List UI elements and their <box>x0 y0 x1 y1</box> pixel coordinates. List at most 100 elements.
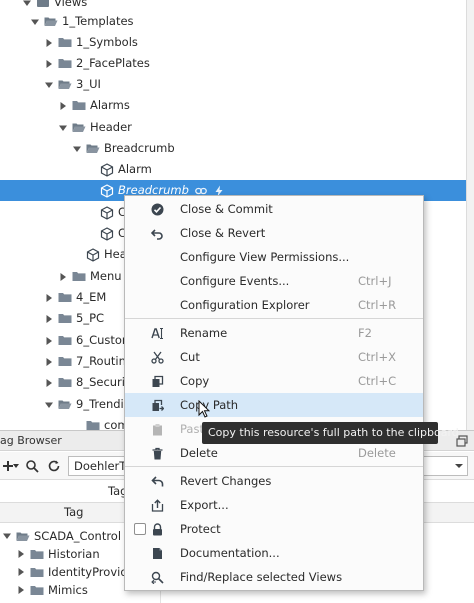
protect-checkbox[interactable] <box>134 523 146 535</box>
add-tag-dropdown[interactable] <box>12 458 20 474</box>
collapse-toggle[interactable] <box>58 272 68 282</box>
menu-item-copy[interactable]: Copy Ctrl+C <box>125 369 423 393</box>
collapse-toggle[interactable] <box>44 293 54 303</box>
collapse-toggle[interactable] <box>44 336 54 346</box>
menu-item-export[interactable]: Export... <box>125 493 423 517</box>
menu-item-copy-path[interactable]: Copy Path <box>125 393 423 417</box>
collapse-toggle[interactable] <box>58 101 68 111</box>
collapse-toggle[interactable] <box>44 59 54 69</box>
folder-icon <box>30 585 44 595</box>
folder-icon <box>58 314 72 323</box>
collapse-toggle[interactable] <box>44 314 54 324</box>
expand-toggle[interactable] <box>2 531 12 541</box>
menu-item-rename[interactable]: Rename F2 <box>125 321 423 345</box>
folder-open-icon <box>44 17 58 26</box>
folder-icon <box>58 336 72 345</box>
caret-right-icon <box>46 293 52 302</box>
folder-icon <box>58 293 72 302</box>
menu-item-label: Copy <box>180 374 210 388</box>
menu-item-icon <box>151 571 164 584</box>
tree-vertical-scrollbar[interactable] <box>466 0 474 430</box>
menu-item-icon <box>151 547 164 560</box>
expand-toggle[interactable] <box>44 80 54 90</box>
expand-toggle[interactable] <box>44 400 54 410</box>
menu-item-shortcut: F2 <box>358 326 372 340</box>
menu-item-icon <box>151 351 164 364</box>
menu-item-icon <box>151 399 164 412</box>
search-button[interactable] <box>24 458 40 474</box>
menu-item-configure-events[interactable]: Configure Events... Ctrl+J <box>125 269 423 293</box>
folder-open-icon <box>72 123 86 132</box>
view-cube-icon <box>100 183 114 198</box>
tag-tree-item-label: Mimics <box>48 583 88 597</box>
tree-item[interactable]: Alarm <box>0 159 466 180</box>
trash-icon <box>152 447 163 460</box>
tree-item[interactable]: 1_Templates <box>0 11 466 32</box>
menu-item-configure-view-permissions[interactable]: Configure View Permissions... <box>125 245 423 269</box>
menu-item-configuration-explorer[interactable]: Configuration Explorer Ctrl+R <box>125 293 423 317</box>
menu-item-protect[interactable]: Protect <box>125 517 423 541</box>
expand-toggle[interactable] <box>72 144 82 154</box>
chevron-down-icon <box>455 464 463 468</box>
menu-item-revert-changes[interactable]: Revert Changes <box>125 469 423 493</box>
menu-item-icon <box>151 499 164 512</box>
tree-item[interactable]: 1_Symbols <box>0 32 466 53</box>
collapse-toggle[interactable] <box>16 567 26 577</box>
caret-down-icon <box>13 464 19 468</box>
menu-item-close-commit[interactable]: Close & Commit <box>125 197 423 221</box>
caret-down-icon <box>73 146 81 152</box>
tree-item[interactable]: 2_FacePlates <box>0 53 466 74</box>
collapse-toggle[interactable] <box>16 585 26 595</box>
tag-tree-item-label: Historian <box>48 547 100 561</box>
menu-separator <box>125 466 423 467</box>
menu-item-label: Configure View Permissions... <box>180 250 350 264</box>
refresh-button[interactable] <box>46 458 62 474</box>
collapse-toggle[interactable] <box>16 549 26 559</box>
view-cube-icon <box>86 247 100 262</box>
expand-toggle[interactable] <box>30 17 40 27</box>
caret-right-icon <box>60 272 66 281</box>
collapse-toggle[interactable] <box>44 38 54 48</box>
tree-item[interactable]: Breadcrumb <box>0 138 466 159</box>
menu-item-shortcut: Delete <box>358 446 396 460</box>
copy-path-icon <box>152 399 164 411</box>
tree-item[interactable]: Alarms <box>0 95 466 116</box>
tree-item[interactable]: 3_UI <box>0 74 466 95</box>
menu-item-delete[interactable]: Delete Delete <box>125 441 423 465</box>
menu-item-label: Revert Changes <box>180 474 272 488</box>
tag-browser-title: ag Browser <box>0 434 62 447</box>
menu-item-label: Configuration Explorer <box>180 298 310 312</box>
menu-item-label: Protect <box>180 522 221 536</box>
caret-right-icon <box>46 357 52 366</box>
menu-item-documentation[interactable]: Documentation... <box>125 541 423 565</box>
export-icon <box>151 499 164 512</box>
folder-icon <box>30 549 44 559</box>
check-circle-icon <box>151 203 164 216</box>
folder-open-icon <box>16 532 30 541</box>
menu-item-icon <box>151 447 164 460</box>
expand-toggle[interactable] <box>58 123 68 133</box>
tag-column-label: Tag <box>64 505 84 519</box>
caret-down-icon <box>45 402 53 408</box>
menu-item-label: Rename <box>180 326 228 340</box>
tree-item-label: 4_EM <box>76 290 107 304</box>
menu-item-icon <box>151 475 164 488</box>
caret-right-icon <box>46 38 52 47</box>
scissors-icon <box>151 351 164 364</box>
tree-item-label: Header <box>90 120 132 134</box>
menu-item-label: Close & Revert <box>180 226 266 240</box>
menu-item-label: Documentation... <box>180 546 280 560</box>
copy-icon <box>152 375 164 387</box>
folder-icon <box>72 272 86 281</box>
collapse-toggle[interactable] <box>44 378 54 388</box>
context-menu: Close & Commit Close & Revert Configure Vi… <box>124 195 424 591</box>
caret-right-icon <box>46 59 52 68</box>
menu-item-find-replace[interactable]: Find/Replace selected Views <box>125 565 423 589</box>
view-cube-icon <box>100 162 114 177</box>
menu-item-cut[interactable]: Cut Ctrl+X <box>125 345 423 369</box>
menu-item-close-revert[interactable]: Close & Revert <box>125 221 423 245</box>
menu-item-shortcut: Ctrl+J <box>358 274 392 288</box>
expand-toggle[interactable] <box>22 0 32 8</box>
tree-item[interactable]: Header <box>0 117 466 138</box>
collapse-toggle[interactable] <box>44 357 54 367</box>
